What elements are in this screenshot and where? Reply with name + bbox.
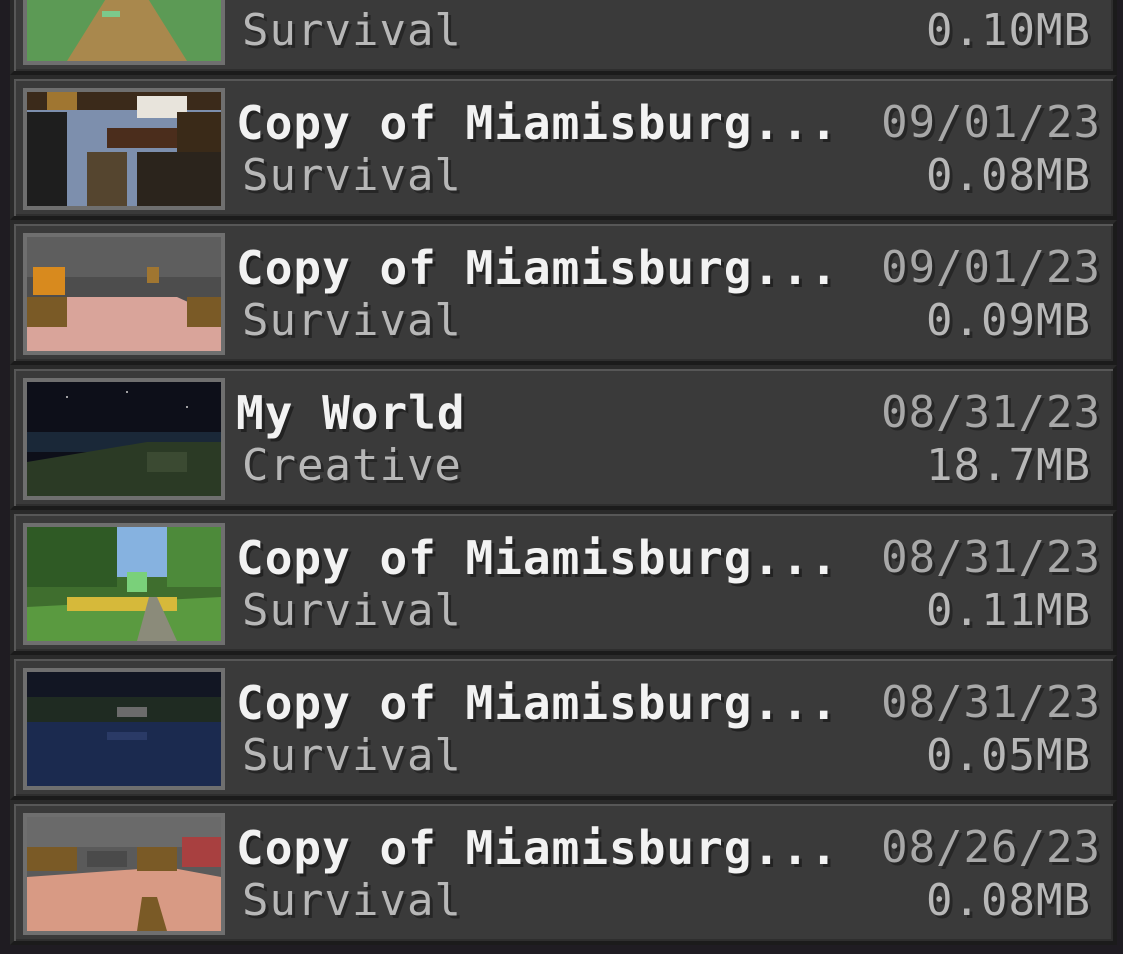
world-row[interactable]: Copy of Miamisburg... Survival 08/26/23 …	[10, 800, 1117, 945]
tree-railway-scene-icon	[27, 527, 221, 641]
world-game-mode: Survival	[242, 875, 462, 926]
pink-room-scene-icon	[27, 237, 221, 351]
world-game-mode: Survival	[242, 5, 462, 56]
world-list[interactable]: Survival 0.10MB Copy of Miamisburg... Su…	[10, 0, 1117, 945]
world-game-mode: Survival	[242, 730, 462, 781]
grass-path-scene-icon	[27, 0, 221, 61]
world-row[interactable]: My World Creative 08/31/23 18.7MB	[10, 365, 1117, 510]
world-list-screen: Survival 0.10MB Copy of Miamisburg... Su…	[0, 0, 1123, 954]
world-thumbnail	[23, 378, 225, 500]
world-last-played-date: 09/01/23	[881, 242, 1101, 293]
world-thumbnail	[23, 523, 225, 645]
world-name: Copy of Miamisburg...	[236, 96, 839, 150]
world-game-mode: Survival	[242, 295, 462, 346]
world-name: Copy of Miamisburg...	[236, 241, 839, 295]
world-file-size: 0.08MB	[926, 150, 1091, 201]
world-name: Copy of Miamisburg...	[236, 821, 839, 875]
world-row[interactable]: Copy of Miamisburg... Survival 08/31/23 …	[10, 655, 1117, 800]
world-thumbnail	[23, 0, 225, 65]
world-name: My World	[236, 386, 466, 440]
world-last-played-date: 09/01/23	[881, 97, 1101, 148]
broken-house-scene-icon	[27, 92, 221, 206]
night-landscape-scene-icon	[27, 382, 221, 496]
world-thumbnail	[23, 88, 225, 210]
world-file-size: 0.08MB	[926, 875, 1091, 926]
world-thumbnail	[23, 813, 225, 935]
world-file-size: 18.7MB	[926, 440, 1091, 491]
world-game-mode: Survival	[242, 150, 462, 201]
world-file-size: 0.10MB	[926, 5, 1091, 56]
world-game-mode: Creative	[242, 440, 462, 491]
world-name: Copy of Miamisburg...	[236, 531, 839, 585]
world-file-size: 0.11MB	[926, 585, 1091, 636]
world-name: Copy of Miamisburg...	[236, 676, 839, 730]
world-row[interactable]: Copy of Miamisburg... Survival 09/01/23 …	[10, 75, 1117, 220]
world-row[interactable]: Copy of Miamisburg... Survival 08/31/23 …	[10, 510, 1117, 655]
world-thumbnail	[23, 233, 225, 355]
night-water-scene-icon	[27, 672, 221, 786]
world-last-played-date: 08/31/23	[881, 677, 1101, 728]
world-file-size: 0.05MB	[926, 730, 1091, 781]
world-game-mode: Survival	[242, 585, 462, 636]
world-last-played-date: 08/31/23	[881, 532, 1101, 583]
world-last-played-date: 08/26/23	[881, 822, 1101, 873]
world-row[interactable]: Copy of Miamisburg... Survival 09/01/23 …	[10, 220, 1117, 365]
world-thumbnail	[23, 668, 225, 790]
world-row[interactable]: Survival 0.10MB	[10, 0, 1117, 75]
world-last-played-date: 08/31/23	[881, 387, 1101, 438]
world-file-size: 0.09MB	[926, 295, 1091, 346]
pink-room-scene-2-icon	[27, 817, 221, 931]
